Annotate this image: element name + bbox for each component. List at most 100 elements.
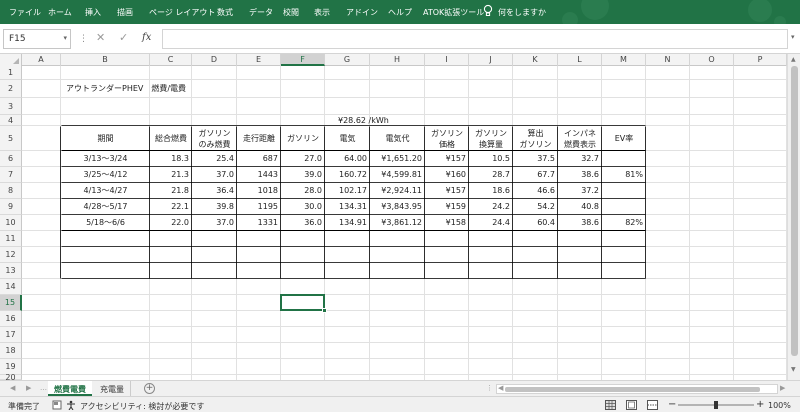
tab-data[interactable]: データ [249,7,273,18]
value-cell[interactable]: 24.2 [469,199,513,215]
value-cell[interactable]: 36.0 [281,215,325,231]
value-cell[interactable]: 81% [602,167,646,183]
value-cell[interactable]: ¥3,843.95 [370,199,425,215]
value-cell[interactable]: 54.2 [513,199,558,215]
more-sheets-icon[interactable]: … [40,384,47,392]
vertical-scrollbar[interactable]: ▲ ▼ [787,54,800,380]
row-header-4[interactable]: 4 [0,115,22,126]
column-header-n[interactable]: N [646,54,690,66]
tab-help[interactable]: ヘルプ [388,7,412,18]
row-header-14[interactable]: 14 [0,279,22,295]
value-cell[interactable]: 1195 [237,199,281,215]
value-cell[interactable] [602,199,646,215]
name-box[interactable]: F15 ▾ [3,29,71,49]
row-header-7[interactable]: 7 [0,167,22,183]
page-break-view-icon[interactable] [647,400,658,410]
worksheet-grid[interactable]: ABCDEFGHIJKLMNOP 1 2 3 4 5 6 7 8 9 10 11 12 13 14 15 16… [0,54,787,380]
value-cell[interactable]: ¥157 [425,183,469,199]
table-header[interactable]: ガソリン 価格 [425,126,469,151]
column-header-b[interactable]: B [61,54,150,66]
value-cell[interactable]: 38.6 [558,167,602,183]
normal-view-icon[interactable] [605,400,616,410]
value-cell[interactable]: 134.31 [325,199,370,215]
table-header[interactable]: ガソリン のみ燃費 [192,126,237,151]
tell-me-search[interactable]: 何をしますか [498,7,546,18]
value-cell[interactable]: 46.6 [513,183,558,199]
scroll-down-icon[interactable]: ▼ [791,366,796,373]
value-cell[interactable]: 36.4 [192,183,237,199]
column-header-j[interactable]: J [469,54,513,66]
next-sheet-icon[interactable]: ▶ [26,384,31,392]
row-header-6[interactable]: 6 [0,151,22,167]
horizontal-scrollbar[interactable] [496,384,778,394]
value-cell[interactable]: 37.2 [558,183,602,199]
zoom-level[interactable]: 100% [768,401,791,410]
value-cell[interactable]: 64.00 [325,151,370,167]
column-header-o[interactable]: O [690,54,734,66]
electricity-rate[interactable]: ¥28.62 /kWh [338,115,418,126]
column-header-m[interactable]: M [602,54,646,66]
column-header-p[interactable]: P [734,54,787,66]
row-header-17[interactable]: 17 [0,327,22,343]
value-cell[interactable]: 39.0 [281,167,325,183]
table-header[interactable]: 総合燃費 [150,126,192,151]
formula-input[interactable] [162,29,788,49]
sheet-tab-fuel[interactable]: 燃費電費 [48,381,92,396]
value-cell[interactable]: ¥159 [425,199,469,215]
period-cell[interactable]: 3/13～3/24 [61,151,150,167]
column-header-i[interactable]: I [425,54,469,66]
tab-review[interactable]: 校閲 [283,7,299,18]
column-header-d[interactable]: D [192,54,237,66]
row-header-18[interactable]: 18 [0,343,22,359]
vertical-scroll-thumb[interactable] [791,66,798,356]
value-cell[interactable]: 37.5 [513,151,558,167]
fill-handle[interactable] [322,308,327,313]
row-header-9[interactable]: 9 [0,199,22,215]
insert-function-icon[interactable]: fx [142,32,151,43]
macro-icon[interactable] [52,400,62,410]
column-header-h[interactable]: H [370,54,425,66]
column-header-k[interactable]: K [513,54,558,66]
table-header[interactable]: EV率 [602,126,646,151]
value-cell[interactable] [602,183,646,199]
column-header-c[interactable]: C [150,54,192,66]
expand-formula-bar-icon[interactable]: ▾ [791,33,795,41]
zoom-in-icon[interactable]: + [756,399,764,410]
table-header[interactable]: 算出 ガソリン [513,126,558,151]
value-cell[interactable]: 30.0 [281,199,325,215]
cancel-icon[interactable]: ✕ [96,31,105,44]
row-header-13[interactable]: 13 [0,263,22,279]
table-header[interactable]: 電気代 [370,126,425,151]
row-header-16[interactable]: 16 [0,311,22,327]
enter-icon[interactable]: ✓ [119,31,128,44]
sheet-title[interactable]: アウトランダーPHEV 燃費/電費 [61,80,261,98]
value-cell[interactable]: 22.0 [150,215,192,231]
value-cell[interactable]: 37.0 [192,215,237,231]
row-header-12[interactable]: 12 [0,247,22,263]
value-cell[interactable]: 1018 [237,183,281,199]
value-cell[interactable]: 134.91 [325,215,370,231]
table-header[interactable]: 期間 [61,126,150,151]
zoom-slider[interactable] [678,400,754,410]
value-cell[interactable]: 38.6 [558,215,602,231]
tab-page-layout[interactable]: ページ レイアウト [149,7,215,18]
page-layout-view-icon[interactable] [626,400,637,410]
value-cell[interactable]: 39.8 [192,199,237,215]
value-cell[interactable]: 1331 [237,215,281,231]
value-cell[interactable]: 40.8 [558,199,602,215]
tab-file[interactable]: ファイル [9,7,41,18]
scroll-up-icon[interactable]: ▲ [791,56,796,63]
value-cell[interactable]: 22.1 [150,199,192,215]
value-cell[interactable]: 25.4 [192,151,237,167]
value-cell[interactable]: 18.3 [150,151,192,167]
value-cell[interactable]: ¥157 [425,151,469,167]
value-cell[interactable]: 27.0 [281,151,325,167]
period-cell[interactable]: 4/13～4/27 [61,183,150,199]
value-cell[interactable]: 687 [237,151,281,167]
column-header-e[interactable]: E [237,54,281,66]
value-cell[interactable]: 10.5 [469,151,513,167]
value-cell[interactable]: 28.0 [281,183,325,199]
value-cell[interactable]: ¥160 [425,167,469,183]
accessibility-status[interactable]: アクセシビリティ: 検討が必要です [80,401,204,412]
value-cell[interactable]: 60.4 [513,215,558,231]
